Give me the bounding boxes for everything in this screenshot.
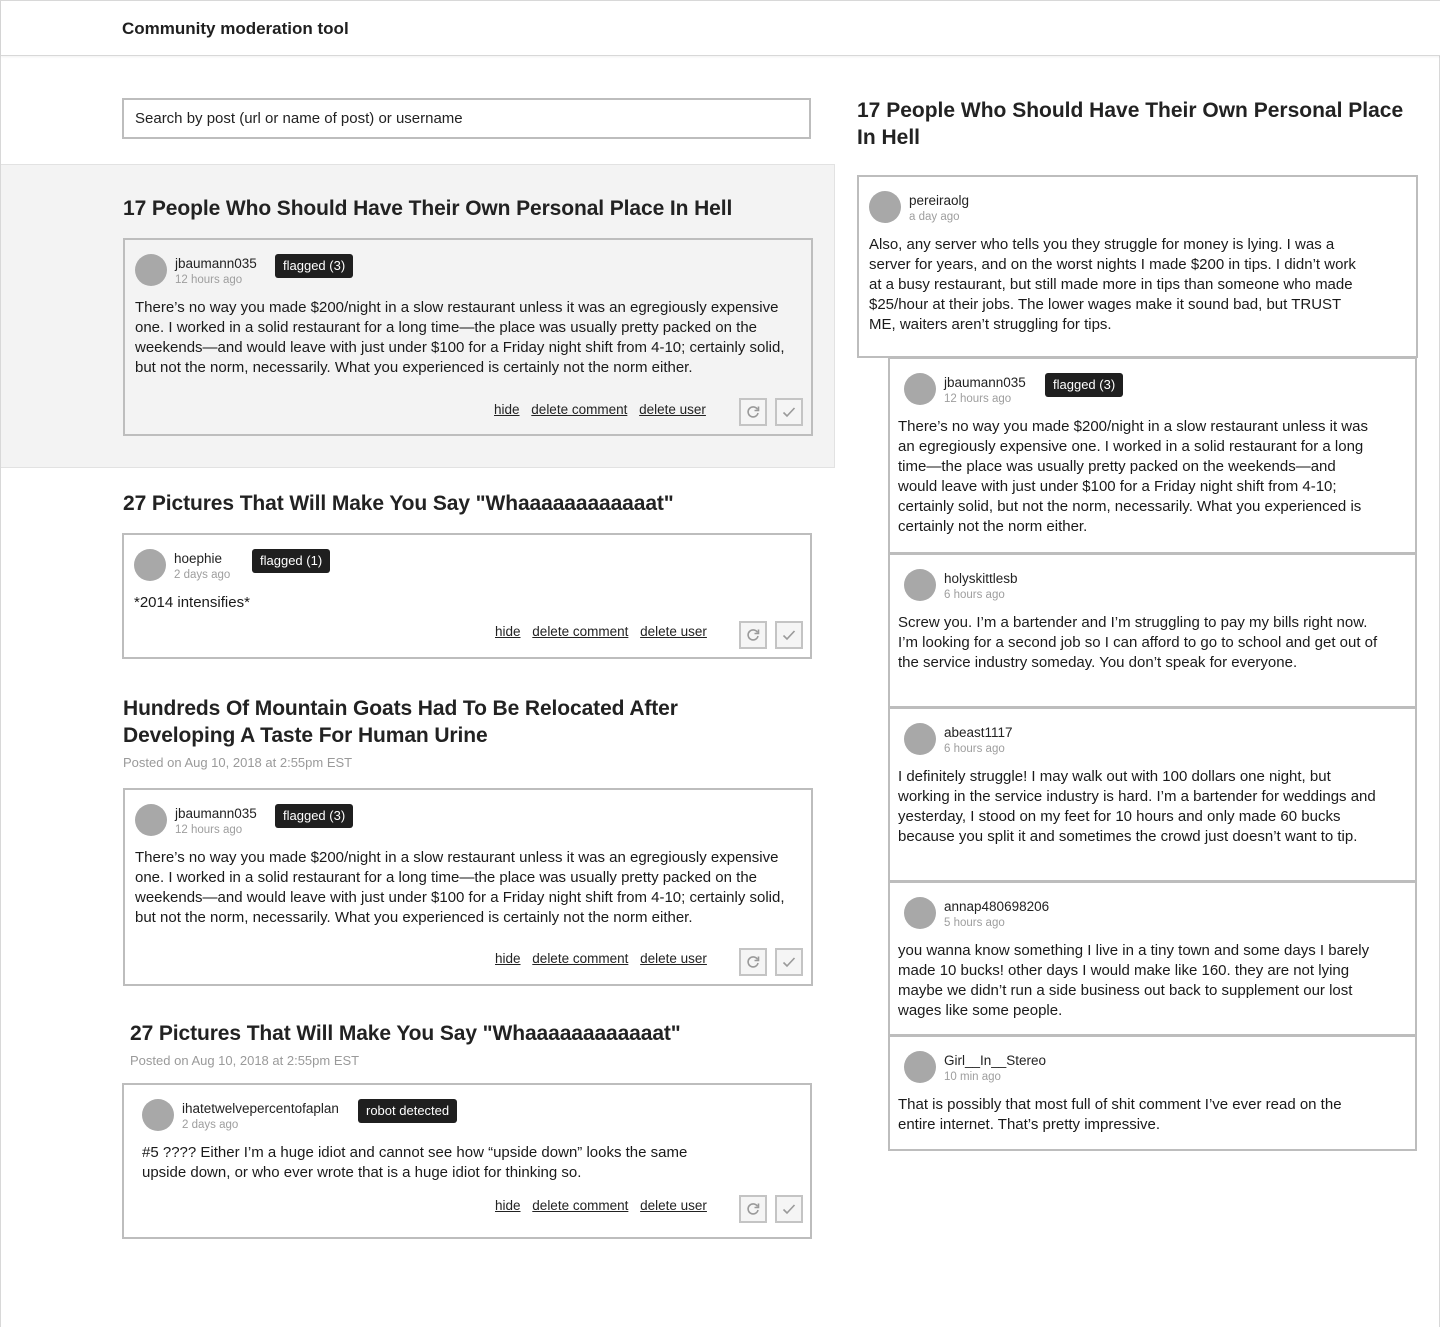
- refresh-button[interactable]: [739, 398, 767, 426]
- post-title[interactable]: 27 Pictures That Will Make You Say "Whaa…: [130, 1020, 810, 1047]
- avatar: [904, 1051, 936, 1083]
- hide-link[interactable]: hide: [495, 1198, 521, 1213]
- comment-card[interactable]: jbaumann035 12 hours ago flagged (3) The…: [123, 788, 813, 986]
- comment-time: 6 hours ago: [944, 589, 1005, 601]
- top-bar: Community moderation tool: [1, 0, 1440, 56]
- comment-time: 5 hours ago: [944, 917, 1005, 929]
- app-title: Community moderation tool: [122, 19, 349, 38]
- username[interactable]: pereiraolg: [909, 193, 969, 208]
- post-date: Posted on Aug 10, 2018 at 2:55pm EST: [130, 1053, 360, 1068]
- comment-card[interactable]: hoephie 2 days ago flagged (1) *2014 int…: [122, 533, 812, 659]
- avatar: [134, 549, 166, 581]
- comment-text: There’s no way you made $200/night in a …: [898, 418, 1368, 535]
- hide-link[interactable]: hide: [495, 951, 521, 966]
- status-badge: flagged (3): [1045, 373, 1124, 397]
- comment-time: 12 hours ago: [944, 393, 1012, 405]
- check-icon: [782, 407, 796, 418]
- search-input[interactable]: Search by post (url or name of post) or …: [122, 98, 811, 139]
- comment-time: 2 days ago: [182, 1119, 239, 1131]
- post-title[interactable]: Hundreds Of Mountain Goats Had To Be Rel…: [123, 695, 743, 749]
- post-title[interactable]: 27 Pictures That Will Make You Say "Whaa…: [123, 490, 823, 517]
- username[interactable]: ihatetwelvepercentofaplan: [182, 1101, 339, 1116]
- thread-title: 17 People Who Should Have Their Own Pers…: [857, 99, 1404, 149]
- delete-user-link[interactable]: delete user: [639, 402, 706, 417]
- status-badge: flagged (1): [252, 549, 331, 573]
- username[interactable]: jbaumann035: [175, 256, 257, 271]
- comment-text: you wanna know something I live in a tin…: [898, 942, 1370, 1019]
- post-header: Hundreds Of Mountain Goats Had To Be Rel…: [123, 695, 743, 770]
- status-badge: robot detected: [358, 1099, 458, 1123]
- avatar: [135, 254, 167, 286]
- moderation-actions: hide delete comment delete user: [495, 1198, 715, 1213]
- check-icon: [782, 957, 796, 968]
- username[interactable]: annap480698206: [944, 899, 1049, 914]
- hide-link[interactable]: hide: [495, 624, 521, 639]
- post-title[interactable]: 17 People Who Should Have Their Own Pers…: [123, 195, 823, 222]
- comment-text: Screw you. I’m a bartender and I’m strug…: [898, 614, 1378, 671]
- comment-text: #5 ???? Either I’m a huge idiot and cann…: [142, 1144, 688, 1181]
- refresh-icon: [747, 956, 760, 968]
- refresh-icon: [747, 629, 760, 641]
- delete-comment-link[interactable]: delete comment: [532, 951, 628, 966]
- comment-card[interactable]: ihatetwelvepercentofaplan 2 days ago rob…: [122, 1083, 812, 1239]
- avatar: [904, 569, 936, 601]
- refresh-button[interactable]: [739, 948, 767, 976]
- post-header: 27 Pictures That Will Make You Say "Whaa…: [130, 1020, 810, 1068]
- username[interactable]: Girl__In__Stereo: [944, 1053, 1046, 1068]
- refresh-icon: [747, 406, 760, 418]
- delete-comment-link[interactable]: delete comment: [531, 402, 627, 417]
- delete-user-link[interactable]: delete user: [640, 624, 707, 639]
- check-icon: [782, 630, 796, 641]
- post-date: Posted on Aug 10, 2018 at 2:55pm EST: [123, 755, 353, 770]
- approve-button[interactable]: [775, 621, 803, 649]
- avatar: [142, 1099, 174, 1131]
- username[interactable]: jbaumann035: [944, 375, 1026, 390]
- approve-button[interactable]: [775, 948, 803, 976]
- comment-text: That is possibly that most full of shit …: [898, 1096, 1342, 1133]
- comment-text: I definitely struggle! I may walk out wi…: [898, 768, 1376, 845]
- moderation-actions: hide delete comment delete user: [495, 624, 715, 639]
- comment-text: There’s no way you made $200/night in a …: [135, 849, 785, 926]
- comment-card[interactable]: jbaumann035 12 hours ago flagged (3) The…: [123, 238, 813, 436]
- reply-comment: abeast1117 6 hours ago I definitely stru…: [888, 708, 1417, 882]
- delete-comment-link[interactable]: delete comment: [532, 1198, 628, 1213]
- username[interactable]: hoephie: [174, 551, 222, 566]
- avatar: [135, 804, 167, 836]
- refresh-button[interactable]: [739, 1195, 767, 1223]
- username[interactable]: abeast1117: [944, 725, 1013, 740]
- delete-user-link[interactable]: delete user: [640, 951, 707, 966]
- comment-time: 2 days ago: [174, 569, 231, 581]
- check-icon: [782, 1204, 796, 1215]
- username[interactable]: jbaumann035: [175, 806, 257, 821]
- avatar: [904, 897, 936, 929]
- avatar: [904, 723, 936, 755]
- parent-comment: pereiraolg a day ago Also, any server wh…: [857, 175, 1418, 358]
- status-badge: flagged (3): [275, 254, 354, 278]
- approve-button[interactable]: [775, 398, 803, 426]
- delete-comment-link[interactable]: delete comment: [532, 624, 628, 639]
- comment-text: There’s no way you made $200/night in a …: [135, 299, 785, 376]
- reply-comment: annap480698206 5 hours ago you wanna kno…: [888, 882, 1417, 1036]
- hide-link[interactable]: hide: [494, 402, 520, 417]
- status-badge: flagged (3): [275, 804, 354, 828]
- reply-comment: holyskittlesb 6 hours ago Screw you. I’m…: [888, 554, 1417, 708]
- reply-comment: Girl__In__Stereo 10 min ago That is poss…: [888, 1036, 1417, 1151]
- comment-time: 6 hours ago: [944, 743, 1005, 755]
- avatar: [904, 373, 936, 405]
- username[interactable]: holyskittlesb: [944, 571, 1018, 586]
- refresh-button[interactable]: [739, 621, 767, 649]
- delete-user-link[interactable]: delete user: [640, 1198, 707, 1213]
- refresh-icon: [747, 1203, 760, 1215]
- comment-text: *2014 intensifies*: [134, 594, 250, 611]
- approve-button[interactable]: [775, 1195, 803, 1223]
- comment-time: 12 hours ago: [175, 824, 243, 836]
- comment-time: a day ago: [909, 211, 960, 223]
- comment-time: 12 hours ago: [175, 274, 243, 286]
- comment-text: Also, any server who tells you they stru…: [869, 236, 1356, 333]
- moderation-actions: hide delete comment delete user: [495, 951, 715, 966]
- avatar: [869, 191, 901, 223]
- reply-comment: jbaumann035 12 hours ago flagged (3) The…: [888, 358, 1417, 554]
- moderation-actions: hide delete comment delete user: [494, 402, 714, 417]
- comment-time: 10 min ago: [944, 1071, 1001, 1083]
